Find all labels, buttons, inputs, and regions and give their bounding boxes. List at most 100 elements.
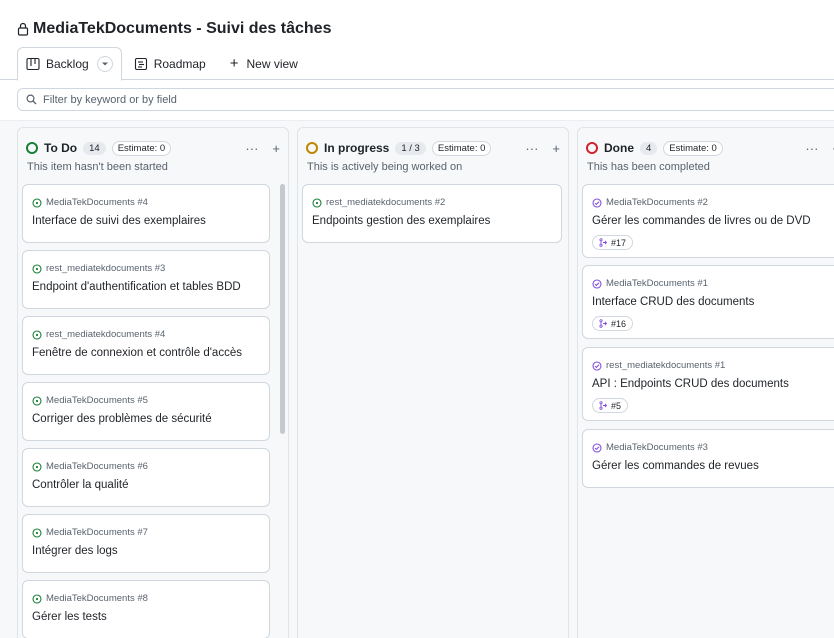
column-header: Done 4 Estimate: 0 ··· +: [586, 140, 834, 156]
card-title[interactable]: Interface de suivi des exemplaires: [32, 215, 206, 227]
estimate-badge: Estimate: 0: [431, 140, 492, 156]
open-issue-icon: [312, 197, 322, 208]
column-description: This is actively being worked on: [307, 161, 463, 173]
column-description: This item hasn't been started: [27, 161, 168, 173]
count-badge: 14: [83, 141, 106, 155]
issue-card[interactable]: MediaTekDocuments #2 Gérer les commandes…: [582, 184, 834, 258]
card-repo[interactable]: MediaTekDocuments #4: [46, 197, 148, 208]
more-options-icon[interactable]: ···: [245, 141, 258, 156]
closed-issue-icon: [592, 278, 602, 289]
card-title[interactable]: Gérer les commandes de livres ou de DVD: [592, 215, 811, 227]
column-done: Done 4 Estimate: 0 ··· + This has been c…: [577, 127, 834, 638]
card-repo[interactable]: rest_mediatekdocuments #1: [606, 360, 725, 371]
card-repo[interactable]: MediaTekDocuments #3: [606, 442, 708, 453]
card-repo[interactable]: MediaTekDocuments #5: [46, 395, 148, 406]
card-meta: MediaTekDocuments #3: [592, 442, 708, 453]
column-name: Done: [604, 141, 634, 155]
card-repo[interactable]: rest_mediatekdocuments #2: [326, 197, 445, 208]
card-title[interactable]: Endpoints gestion des exemplaires: [312, 215, 490, 227]
card-meta: MediaTekDocuments #5: [32, 395, 148, 406]
linked-pr-number: #17: [611, 237, 627, 248]
card-repo[interactable]: MediaTekDocuments #1: [606, 278, 708, 289]
card-title[interactable]: API : Endpoints CRUD des documents: [592, 378, 789, 390]
filter-bar[interactable]: Filter by keyword or by field: [17, 88, 834, 111]
card-meta: MediaTekDocuments #7: [32, 527, 148, 538]
column-actions: ··· +: [245, 141, 280, 156]
issue-card[interactable]: MediaTekDocuments #8 Gérer les tests: [22, 580, 270, 638]
tab-backlog[interactable]: Backlog: [17, 47, 122, 81]
chevron-down-icon: [101, 62, 108, 66]
linked-pr-number: #16: [611, 318, 627, 329]
issue-card[interactable]: rest_mediatekdocuments #4 Fenêtre de con…: [22, 316, 270, 375]
card-repo[interactable]: rest_mediatekdocuments #3: [46, 263, 165, 274]
card-title[interactable]: Fenêtre de connexion et contrôle d'accès: [32, 347, 242, 359]
card-meta: rest_mediatekdocuments #1: [592, 360, 725, 371]
issue-card[interactable]: MediaTekDocuments #3 Gérer les commandes…: [582, 429, 834, 488]
project-title: MediaTekDocuments - Suivi des tâches: [33, 20, 332, 37]
pull-request-icon: [599, 238, 608, 247]
status-circle-icon: [26, 142, 38, 154]
column-description: This has been completed: [587, 161, 710, 173]
card-title[interactable]: Gérer les commandes de revues: [592, 460, 759, 472]
card-repo[interactable]: MediaTekDocuments #2: [606, 197, 708, 208]
card-title[interactable]: Corriger des problèmes de sécurité: [32, 413, 212, 425]
card-repo[interactable]: MediaTekDocuments #7: [46, 527, 148, 538]
card-repo[interactable]: MediaTekDocuments #8: [46, 593, 148, 604]
closed-issue-icon: [592, 360, 602, 371]
pull-request-icon: [599, 319, 608, 328]
issue-card[interactable]: rest_mediatekdocuments #2 Endpoints gest…: [302, 184, 562, 243]
new-view-label: New view: [246, 56, 298, 71]
issue-card[interactable]: rest_mediatekdocuments #1 API : Endpoint…: [582, 347, 834, 421]
filter-input[interactable]: Filter by keyword or by field: [43, 94, 177, 106]
issue-card[interactable]: MediaTekDocuments #4 Interface de suivi …: [22, 184, 270, 243]
table-icon: [26, 57, 40, 71]
new-view-button[interactable]: + New view: [218, 47, 306, 80]
column-scrollbar[interactable]: [280, 184, 285, 434]
open-issue-icon: [32, 197, 42, 208]
card-meta: MediaTekDocuments #6: [32, 461, 148, 472]
issue-card[interactable]: MediaTekDocuments #6 Contrôler la qualit…: [22, 448, 270, 507]
more-options-icon[interactable]: ···: [525, 141, 538, 156]
column-in-progress: In progress 1 / 3 Estimate: 0 ··· + This…: [297, 127, 569, 638]
card-meta: rest_mediatekdocuments #2: [312, 197, 445, 208]
card-title[interactable]: Interface CRUD des documents: [592, 296, 754, 308]
view-tabs: Backlog Roadmap + New view: [17, 47, 306, 81]
linked-pr-badge[interactable]: #17: [592, 235, 634, 250]
card-title[interactable]: Gérer les tests: [32, 611, 107, 623]
column-name: In progress: [324, 141, 390, 155]
linked-pr-badge[interactable]: #16: [592, 316, 634, 331]
closed-issue-icon: [592, 197, 602, 208]
open-issue-icon: [32, 527, 42, 538]
card-meta: MediaTekDocuments #2: [592, 197, 708, 208]
count-badge: 1 / 3: [395, 141, 426, 155]
issue-card[interactable]: MediaTekDocuments #1 Interface CRUD des …: [582, 265, 834, 339]
plus-icon: +: [229, 55, 239, 72]
column-header: In progress 1 / 3 Estimate: 0 ··· +: [306, 140, 560, 156]
view-options-button[interactable]: [96, 56, 113, 72]
search-icon: [26, 94, 37, 105]
tab-roadmap[interactable]: Roadmap: [126, 47, 214, 80]
card-repo[interactable]: rest_mediatekdocuments #4: [46, 329, 165, 340]
board: To Do 14 Estimate: 0 ··· + This item has…: [0, 120, 834, 638]
status-circle-icon: [586, 142, 598, 154]
more-options-icon[interactable]: ···: [805, 141, 818, 156]
issue-card[interactable]: MediaTekDocuments #7 Intégrer des logs: [22, 514, 270, 573]
column-actions: ··· +: [525, 141, 560, 156]
card-title[interactable]: Endpoint d'authentification et tables BD…: [32, 281, 241, 293]
issue-card[interactable]: MediaTekDocuments #5 Corriger des problè…: [22, 382, 270, 441]
card-repo[interactable]: MediaTekDocuments #6: [46, 461, 148, 472]
card-title[interactable]: Intégrer des logs: [32, 545, 118, 557]
card-title[interactable]: Contrôler la qualité: [32, 479, 129, 491]
card-meta: MediaTekDocuments #1: [592, 278, 708, 289]
open-issue-icon: [32, 593, 42, 604]
add-item-icon[interactable]: +: [272, 141, 280, 156]
estimate-badge: Estimate: 0: [111, 140, 172, 156]
column-actions: ··· +: [805, 141, 834, 156]
card-meta: MediaTekDocuments #4: [32, 197, 148, 208]
linked-pr-badge[interactable]: #5: [592, 398, 629, 413]
issue-card[interactable]: rest_mediatekdocuments #3 Endpoint d'aut…: [22, 250, 270, 309]
lock-icon: [17, 22, 29, 36]
column-header: To Do 14 Estimate: 0 ··· +: [26, 140, 280, 156]
add-item-icon[interactable]: +: [552, 141, 560, 156]
estimate-badge: Estimate: 0: [663, 140, 723, 156]
